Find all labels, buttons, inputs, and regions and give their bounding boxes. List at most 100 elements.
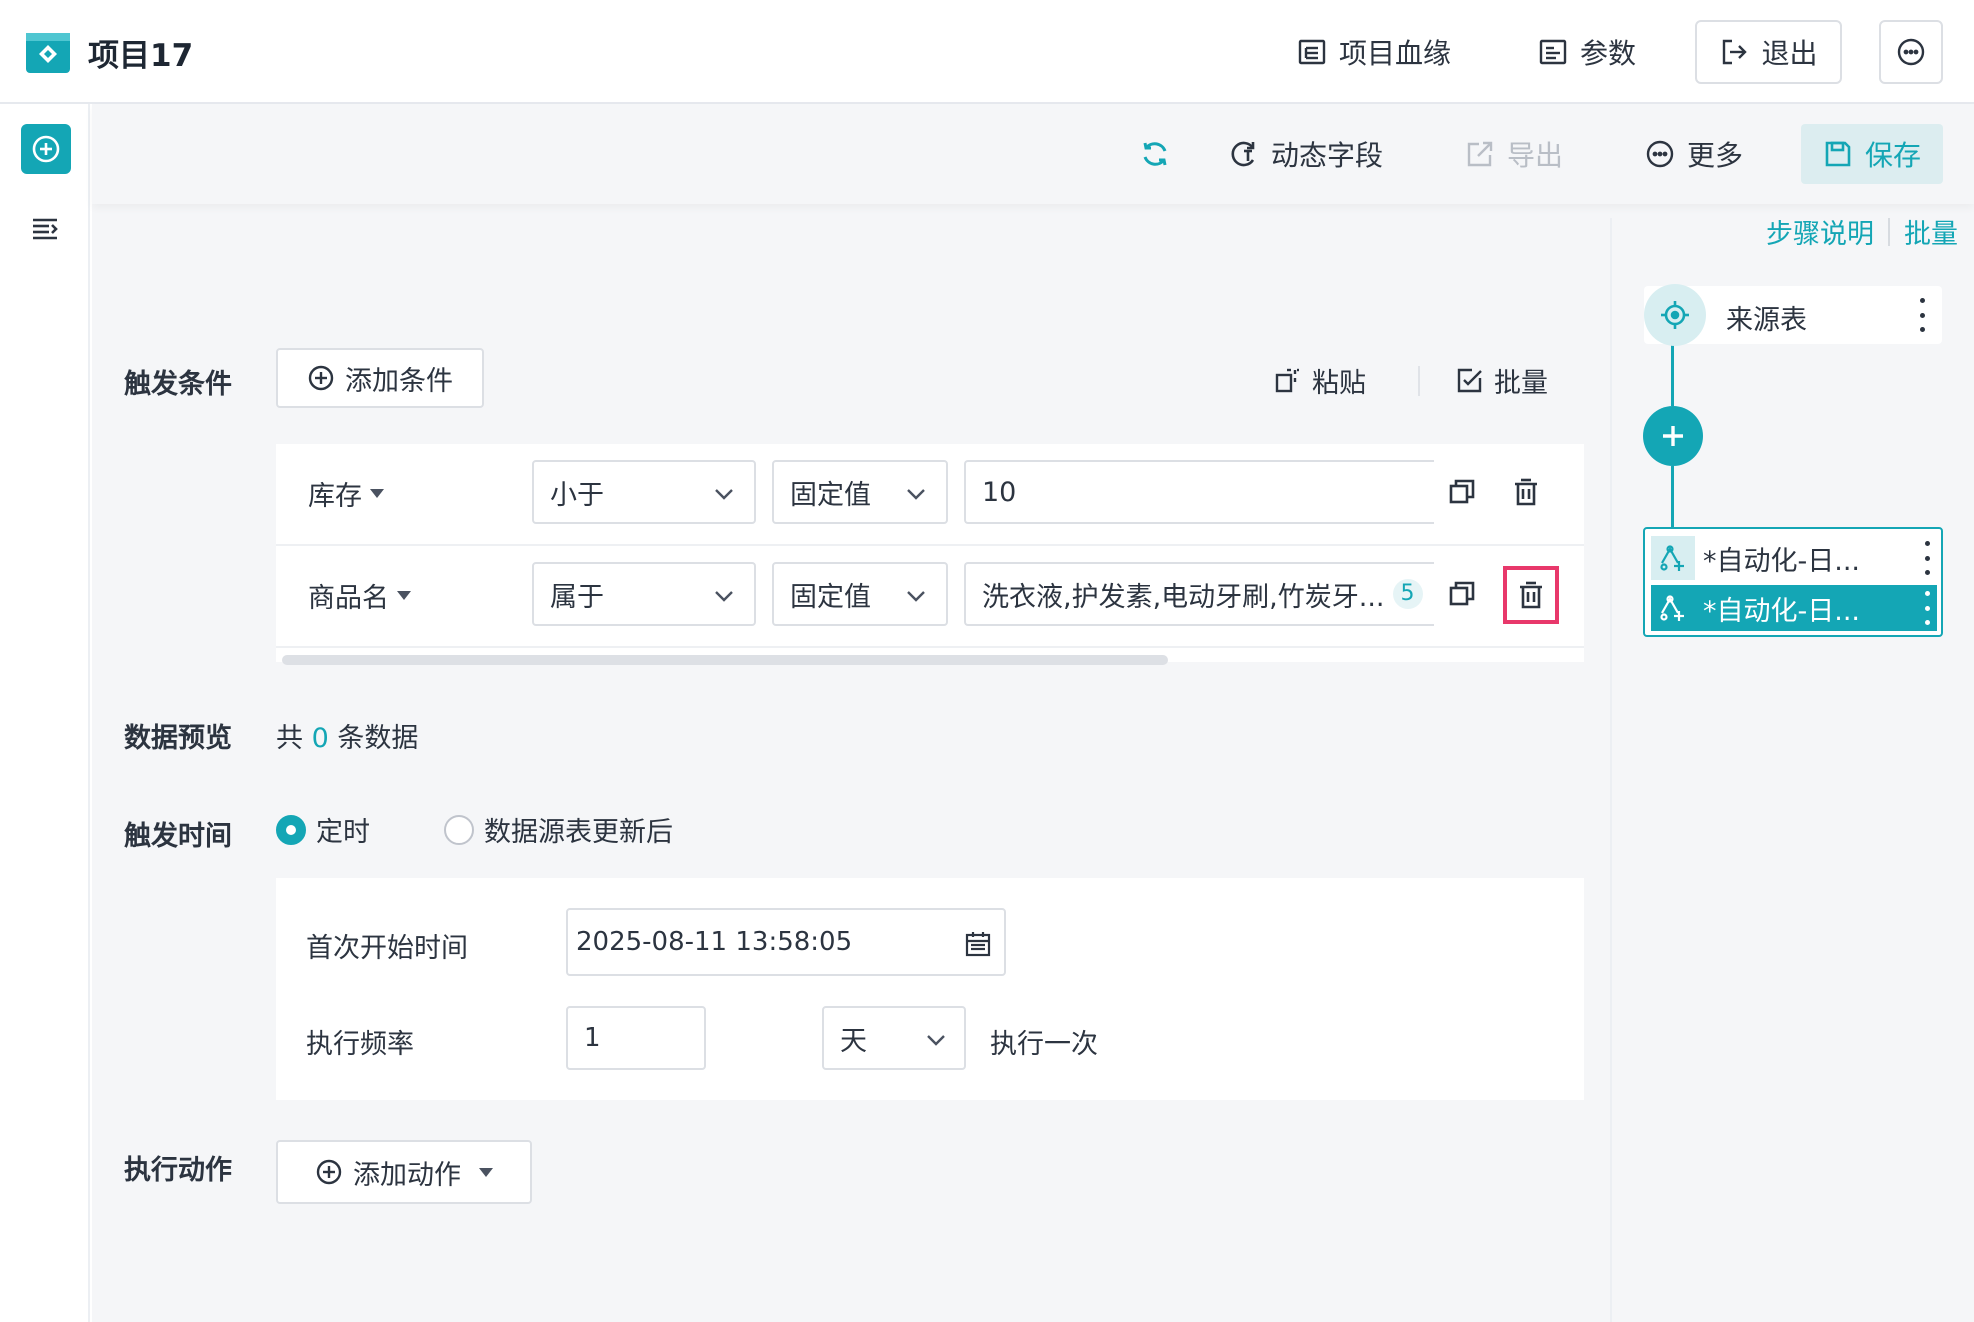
export-label: 导出 — [1507, 139, 1564, 172]
radio-after-update-label: 数据源表更新后 — [484, 817, 673, 848]
trigger-time-section-label: 触发时间 — [124, 821, 232, 852]
save-button[interactable]: 保存 — [1801, 124, 1943, 184]
add-condition-label: 添加条件 — [345, 365, 453, 397]
add-condition-button[interactable]: 添加条件 — [276, 348, 484, 408]
export-button[interactable]: 导出 — [1465, 134, 1563, 174]
schedule-settings: 首次开始时间 2025-08-11 13:58:05 执行频率 1 天 执行一次 — [276, 878, 1584, 1100]
condition-field-select[interactable]: 库存 — [308, 474, 384, 513]
toolbar: 动态字段 导出 更多 保存 — [92, 104, 1974, 204]
params-button[interactable]: 参数 — [1538, 28, 1636, 76]
dynamic-field-icon — [1231, 141, 1255, 167]
copy-icon — [1449, 581, 1475, 606]
value-type-select[interactable]: 固定值 — [772, 562, 948, 626]
config-panel: 触发条件 添加条件 粘贴 批量 库存 小于 固定值 10 商品名 属于 固定值 … — [92, 218, 1610, 1322]
plus-circle-icon — [308, 365, 334, 391]
delete-condition-button[interactable] — [1503, 566, 1559, 624]
automation-item-selected[interactable]: *自动化-日... — [1651, 585, 1937, 631]
operator-select[interactable]: 属于 — [532, 562, 756, 626]
frequency-value: 1 — [584, 1023, 601, 1053]
paste-label: 粘贴 — [1312, 367, 1366, 399]
horizontal-scrollbar[interactable] — [276, 652, 1584, 668]
lineage-icon — [1298, 39, 1326, 65]
chevron-down-icon — [715, 489, 733, 500]
source-table-label: 来源表 — [1726, 305, 1807, 336]
radio-scheduled[interactable]: 定时 — [276, 810, 370, 849]
scrollbar-thumb[interactable] — [282, 655, 1168, 665]
project-title: 项目17 — [88, 38, 194, 74]
add-action-label: 添加动作 — [353, 1159, 461, 1191]
app-logo-icon — [26, 33, 70, 73]
plus-circle-icon — [316, 1159, 342, 1185]
exit-label: 退出 — [1761, 37, 1818, 70]
calendar-icon[interactable] — [964, 930, 992, 958]
batch-label: 批量 — [1494, 367, 1548, 399]
chevron-down-icon — [907, 489, 925, 500]
condition-field-select[interactable]: 商品名 — [308, 576, 411, 615]
add-step-button[interactable] — [1643, 406, 1703, 466]
more-button[interactable]: 更多 — [1645, 134, 1743, 174]
chevron-down-icon — [907, 591, 925, 602]
preview-suffix: 条数据 — [337, 723, 419, 754]
paste-icon — [1275, 368, 1299, 393]
add-action-button[interactable]: 添加动作 — [276, 1140, 532, 1204]
automation-menu-icon[interactable] — [1917, 591, 1937, 625]
project-lineage-button[interactable]: 项目血缘 — [1297, 28, 1451, 76]
header-more-button[interactable] — [1879, 20, 1943, 84]
operator-select[interactable]: 小于 — [532, 460, 756, 524]
more-label: 更多 — [1687, 139, 1744, 172]
trash-icon — [1520, 581, 1542, 609]
condition-value-input[interactable]: 洗衣液,护发素,电动牙刷,竹炭牙... 5 — [964, 562, 1434, 626]
caret-down-icon — [370, 489, 384, 498]
condition-value-input[interactable]: 10 — [964, 460, 1434, 524]
dynamic-field-button[interactable]: 动态字段 — [1229, 134, 1383, 174]
copy-condition-button[interactable] — [1444, 576, 1480, 612]
condition-list: 库存 小于 固定值 10 商品名 属于 固定值 洗衣液,护发素,电动牙刷,竹炭牙… — [276, 444, 1584, 662]
refresh-button[interactable] — [1140, 134, 1170, 174]
exit-button[interactable]: 退出 — [1695, 20, 1842, 84]
save-icon — [1825, 141, 1851, 167]
collapse-menu-icon[interactable] — [30, 214, 60, 244]
automation-item[interactable]: *自动化-日... — [1651, 535, 1937, 581]
caret-down-icon — [397, 591, 411, 600]
export-icon — [1467, 141, 1493, 167]
paste-button[interactable]: 粘贴 — [1274, 360, 1366, 400]
frequency-input[interactable]: 1 — [566, 1006, 706, 1070]
automation-menu-icon[interactable] — [1917, 541, 1937, 575]
batch-button[interactable]: 批量 — [1456, 360, 1548, 400]
automation-label: *自动化-日... — [1703, 595, 1860, 627]
first-start-value: 2025-08-11 13:58:05 — [576, 927, 853, 957]
params-label: 参数 — [1580, 37, 1637, 70]
source-table-node[interactable]: 来源表 — [1644, 284, 1942, 346]
caret-down-icon — [479, 1167, 493, 1177]
radio-after-update[interactable]: 数据源表更新后 — [444, 810, 673, 849]
step-description-link[interactable]: 步骤说明 — [1766, 212, 1874, 251]
condition-row: 库存 小于 固定值 10 — [276, 444, 1584, 546]
side-links: 步骤说明 批量 — [1766, 212, 1958, 251]
rail-add-button[interactable] — [21, 124, 71, 174]
save-label: 保存 — [1864, 139, 1921, 172]
preview-summary: 共 0 条数据 — [276, 716, 418, 755]
refresh-icon — [1143, 142, 1167, 166]
side-batch-link[interactable]: 批量 — [1904, 212, 1958, 251]
radio-unchecked-icon — [444, 814, 474, 845]
left-rail — [0, 104, 90, 1322]
value-type-value: 固定值 — [790, 479, 871, 511]
frequency-unit-select[interactable]: 天 — [822, 1006, 966, 1070]
node-menu-icon[interactable] — [1912, 298, 1932, 332]
radio-checked-icon — [276, 814, 306, 845]
value-type-select[interactable]: 固定值 — [772, 460, 948, 524]
value-type-value: 固定值 — [790, 581, 871, 613]
first-start-datetime-input[interactable]: 2025-08-11 13:58:05 — [566, 908, 1006, 976]
project-lineage-label: 项目血缘 — [1339, 37, 1452, 70]
plus-icon — [1663, 426, 1683, 446]
chevron-down-icon — [927, 1035, 945, 1046]
trash-icon — [1515, 478, 1537, 506]
copy-condition-button[interactable] — [1444, 474, 1480, 510]
flow-connector — [1671, 466, 1674, 527]
automation-icon — [1651, 536, 1695, 580]
frequency-label: 执行频率 — [306, 1029, 414, 1060]
chevron-down-icon — [715, 591, 733, 602]
toolbar-divider — [1418, 366, 1420, 396]
operator-value: 属于 — [550, 581, 604, 613]
delete-condition-button[interactable] — [1508, 474, 1544, 510]
